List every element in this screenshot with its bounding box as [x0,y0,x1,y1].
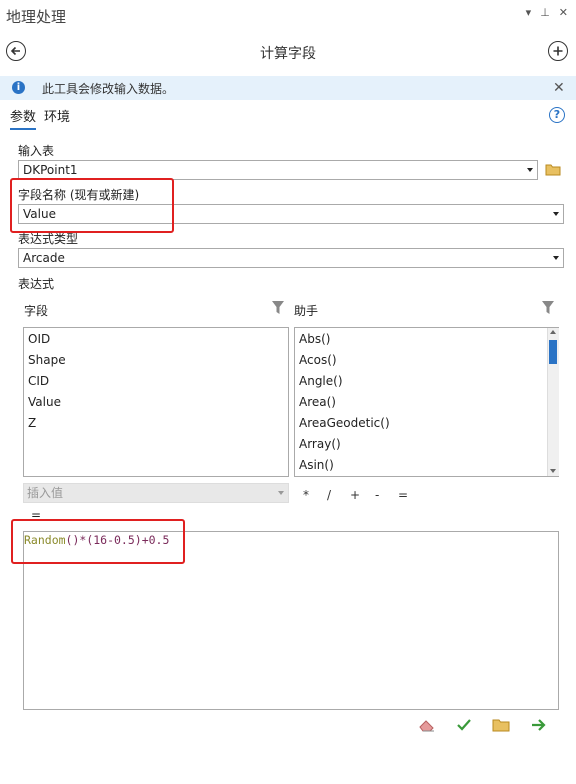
open-folder-icon[interactable] [492,718,510,735]
pane-title: 地理处理 [6,8,67,26]
chevron-down-icon [553,212,559,216]
tab-environments[interactable]: 环境 [44,106,70,130]
highlight-box-field-name [10,178,174,233]
info-icon: i [12,81,25,94]
fields-list[interactable]: OID Shape CID Value Z [23,327,289,477]
helpers-header: 助手 [294,304,319,318]
list-item[interactable]: Angle() [295,371,558,392]
operator-multiply-button[interactable]: * [303,488,309,502]
tool-title: 计算字段 [260,46,316,62]
operator-minus-button[interactable]: - [375,488,379,502]
operator-divide-button[interactable]: / [327,488,331,502]
close-pane-icon[interactable]: ✕ [559,6,568,19]
insert-value-placeholder: 插入值 [27,486,64,500]
dismiss-banner-icon[interactable]: ✕ [553,80,565,96]
list-item[interactable]: Value [24,392,288,413]
highlight-box-expression [11,519,185,564]
list-item[interactable]: AreaGeodetic() [295,413,558,434]
expression-type-dropdown[interactable]: Arcade [18,248,564,268]
operator-plus-button[interactable]: + [350,488,360,502]
input-table-label: 输入表 [18,144,55,158]
helpers-list[interactable]: Abs() Acos() Angle() Area() AreaGeodetic… [294,327,559,477]
expression-type-label: 表达式类型 [18,232,79,246]
helpers-scrollbar[interactable] [547,328,559,476]
list-item[interactable]: OID [24,329,288,350]
verify-check-icon[interactable] [456,718,472,735]
chevron-down-icon [527,168,533,172]
eraser-icon[interactable] [418,718,436,735]
operator-equals-button[interactable]: = [398,488,408,502]
folder-icon[interactable] [545,163,561,179]
pin-icon[interactable]: ⊥ [540,6,550,19]
plus-icon [553,46,563,56]
expression-label: 表达式 [18,277,55,291]
scroll-down-icon[interactable] [550,469,556,473]
expression-type-value: Arcade [23,251,65,265]
scroll-up-icon[interactable] [550,330,556,334]
insert-value-dropdown[interactable]: 插入值 [23,483,289,503]
scroll-thumb[interactable] [549,340,557,364]
filter-helpers-icon[interactable] [541,300,555,319]
input-table-value: DKPoint1 [23,163,78,177]
tab-parameters[interactable]: 参数 [10,106,37,130]
filter-fields-icon[interactable] [271,300,285,319]
list-item[interactable]: Acos() [295,350,558,371]
list-item[interactable]: Array() [295,434,558,455]
list-item[interactable]: Asin() [295,455,558,476]
list-item[interactable]: Shape [24,350,288,371]
input-table-dropdown[interactable]: DKPoint1 [18,160,538,180]
run-arrow-icon[interactable] [531,718,547,735]
banner-text: 此工具会修改输入数据。 [42,82,175,96]
list-item[interactable]: CID [24,371,288,392]
list-item[interactable]: Z [24,413,288,434]
fields-header: 字段 [24,304,49,318]
chevron-down-icon [278,491,284,495]
list-item[interactable]: Abs() [295,329,558,350]
help-icon[interactable]: ? [549,107,565,123]
chevron-down-icon [553,256,559,260]
pane-controls: ▾ ⊥ ✕ [526,6,568,19]
pane-menu-icon[interactable]: ▾ [526,6,532,19]
add-button[interactable] [548,41,568,61]
tab-bar: 参数 环境 [10,106,70,130]
list-item[interactable]: Area() [295,392,558,413]
